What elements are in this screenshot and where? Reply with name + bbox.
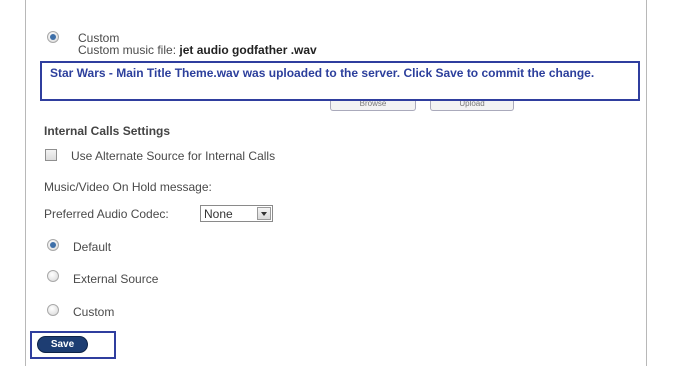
codec-select[interactable]: None [200,205,273,222]
chevron-down-icon[interactable] [257,207,271,220]
hold-message-label: Music/Video On Hold message: [44,180,212,194]
alternate-source-label: Use Alternate Source for Internal Calls [71,149,276,163]
upload-button[interactable]: Upload [430,101,514,111]
default-radio[interactable] [47,239,59,251]
custom-radio[interactable] [47,304,59,316]
codec-select-value: None [204,207,233,221]
custom-music-file-label: Custom music file: [78,43,177,57]
custom-music-file-row: Custom music file: jet audio godfather .… [78,43,317,57]
custom-music-file-name: jet audio godfather .wav [179,43,317,57]
custom-music-radio[interactable] [47,31,59,43]
internal-calls-heading: Internal Calls Settings [44,124,171,138]
browse-button[interactable]: Browse [330,101,416,111]
upload-notice-box: Star Wars - Main Title Theme.wav was upl… [40,61,640,101]
external-source-option-label: External Source [73,272,159,286]
alternate-source-checkbox[interactable] [45,149,57,161]
default-option-label: Default [73,240,112,254]
save-button[interactable]: Save [37,336,88,353]
upload-notice-text: Star Wars - Main Title Theme.wav was upl… [50,66,595,80]
codec-label: Preferred Audio Codec: [44,207,169,221]
external-source-radio[interactable] [47,270,59,282]
custom-option-label-bottom: Custom [73,305,115,319]
